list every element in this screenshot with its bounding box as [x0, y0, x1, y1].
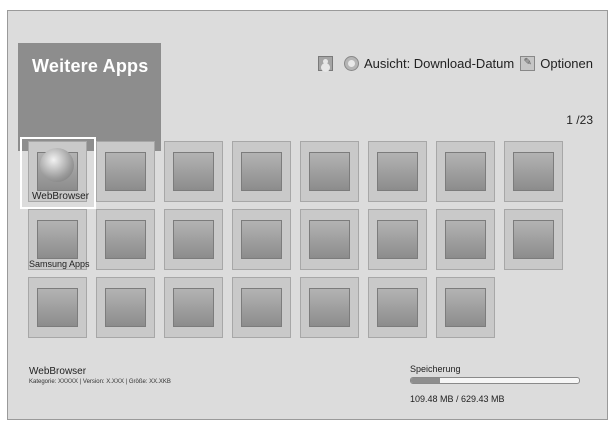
app-tile[interactable] — [300, 277, 359, 338]
app-tile[interactable] — [232, 141, 291, 202]
storage-fill — [411, 378, 440, 383]
app-tile[interactable] — [232, 209, 291, 270]
options-button[interactable]: Optionen — [540, 56, 593, 71]
app-tile[interactable] — [164, 141, 223, 202]
app-tile[interactable] — [368, 141, 427, 202]
app-tile[interactable] — [28, 277, 87, 338]
page-indicator: 1 /23 — [566, 113, 593, 127]
app-tile[interactable] — [164, 209, 223, 270]
app-tile[interactable] — [232, 277, 291, 338]
app-tile[interactable] — [300, 209, 359, 270]
app-tile[interactable] — [504, 141, 563, 202]
samsung-apps-label: Samsung Apps — [29, 259, 90, 269]
globe-icon — [40, 148, 74, 182]
app-tile[interactable] — [436, 141, 495, 202]
webbrowser-label: WebBrowser — [32, 191, 90, 202]
options-icon: ✎ — [520, 56, 536, 71]
app-tile[interactable] — [96, 209, 155, 270]
app-tile[interactable] — [368, 277, 427, 338]
app-tile[interactable] — [164, 277, 223, 338]
app-tile[interactable] — [96, 141, 155, 202]
app-tile[interactable] — [504, 209, 563, 270]
user-icon[interactable] — [317, 56, 333, 71]
storage-bar — [410, 377, 580, 384]
sort-icon — [343, 56, 359, 71]
selected-app-meta: Kategorie: XXXXX | Version: X.XXX | Größ… — [29, 379, 171, 385]
app-tile[interactable] — [436, 277, 495, 338]
selected-app-name: WebBrowser — [29, 366, 87, 377]
page-title: Weitere Apps — [32, 56, 149, 76]
sort-button[interactable]: Ausicht: Download-Datum — [364, 56, 514, 71]
top-bar: Ausicht: Download-Datum ✎ Optionen — [317, 56, 593, 71]
app-tile[interactable] — [96, 277, 155, 338]
app-tile[interactable] — [300, 141, 359, 202]
storage-value: 109.48 MB / 629.43 MB — [410, 394, 505, 404]
storage-label: Speicherung — [410, 364, 461, 374]
app-tile[interactable] — [436, 209, 495, 270]
app-tile[interactable] — [368, 209, 427, 270]
